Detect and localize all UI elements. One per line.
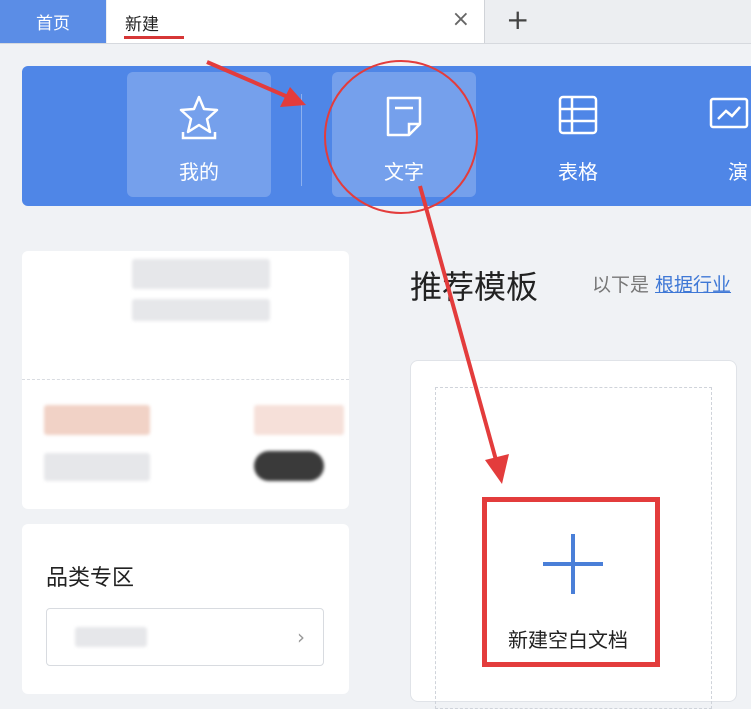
annotation-arrows xyxy=(206,60,509,484)
